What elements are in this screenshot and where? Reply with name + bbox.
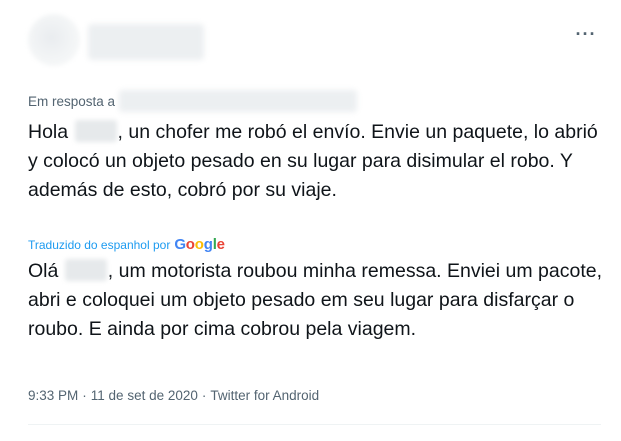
original-text-part1: Hola: [28, 121, 69, 143]
google-logo-icon: Google: [174, 236, 225, 253]
translation-label: Traduzido do espanhol por: [28, 237, 171, 252]
translation-notice: Traduzido do espanhol por Google: [28, 236, 225, 253]
tweet-source: Twitter for Android: [210, 388, 320, 403]
tweet-original-text: Hola , un chofer me robó el envío. Envie…: [28, 118, 608, 205]
more-options-icon[interactable]: ···: [573, 24, 599, 44]
divider: [28, 424, 601, 425]
google-logo-letter: G: [174, 236, 186, 253]
avatar[interactable]: [28, 14, 80, 66]
reply-context: Em resposta a: [28, 90, 358, 112]
redacted-name: [74, 120, 117, 142]
reply-handle-redacted[interactable]: [119, 90, 358, 112]
google-logo-letter: e: [216, 236, 225, 253]
google-logo-letter: o: [194, 236, 204, 253]
reply-prefix: Em resposta a: [28, 93, 116, 109]
more-options-glyph: ···: [575, 24, 597, 44]
author-name-redacted[interactable]: [88, 24, 204, 60]
tweet: ··· Em resposta a Hola , un chofer me ro…: [0, 0, 621, 441]
google-logo-letter: g: [203, 236, 213, 253]
tweet-metadata: 9:33 PM · 11 de set de 2020 · Twitter for An…: [28, 388, 319, 403]
meta-separator: ·: [201, 388, 207, 403]
translated-text-part1: Olá: [28, 260, 59, 282]
redacted-name: [64, 259, 107, 281]
tweet-date[interactable]: 11 de set de 2020: [91, 388, 198, 403]
google-logo-letter: o: [185, 236, 195, 253]
translated-text-part2: , um motorista roubou minha remessa. Env…: [28, 260, 603, 340]
tweet-translated-text: Olá , um motorista roubou minha remessa.…: [28, 257, 608, 344]
tweet-time[interactable]: 9:33 PM: [28, 388, 78, 403]
meta-separator: ·: [82, 388, 87, 403]
